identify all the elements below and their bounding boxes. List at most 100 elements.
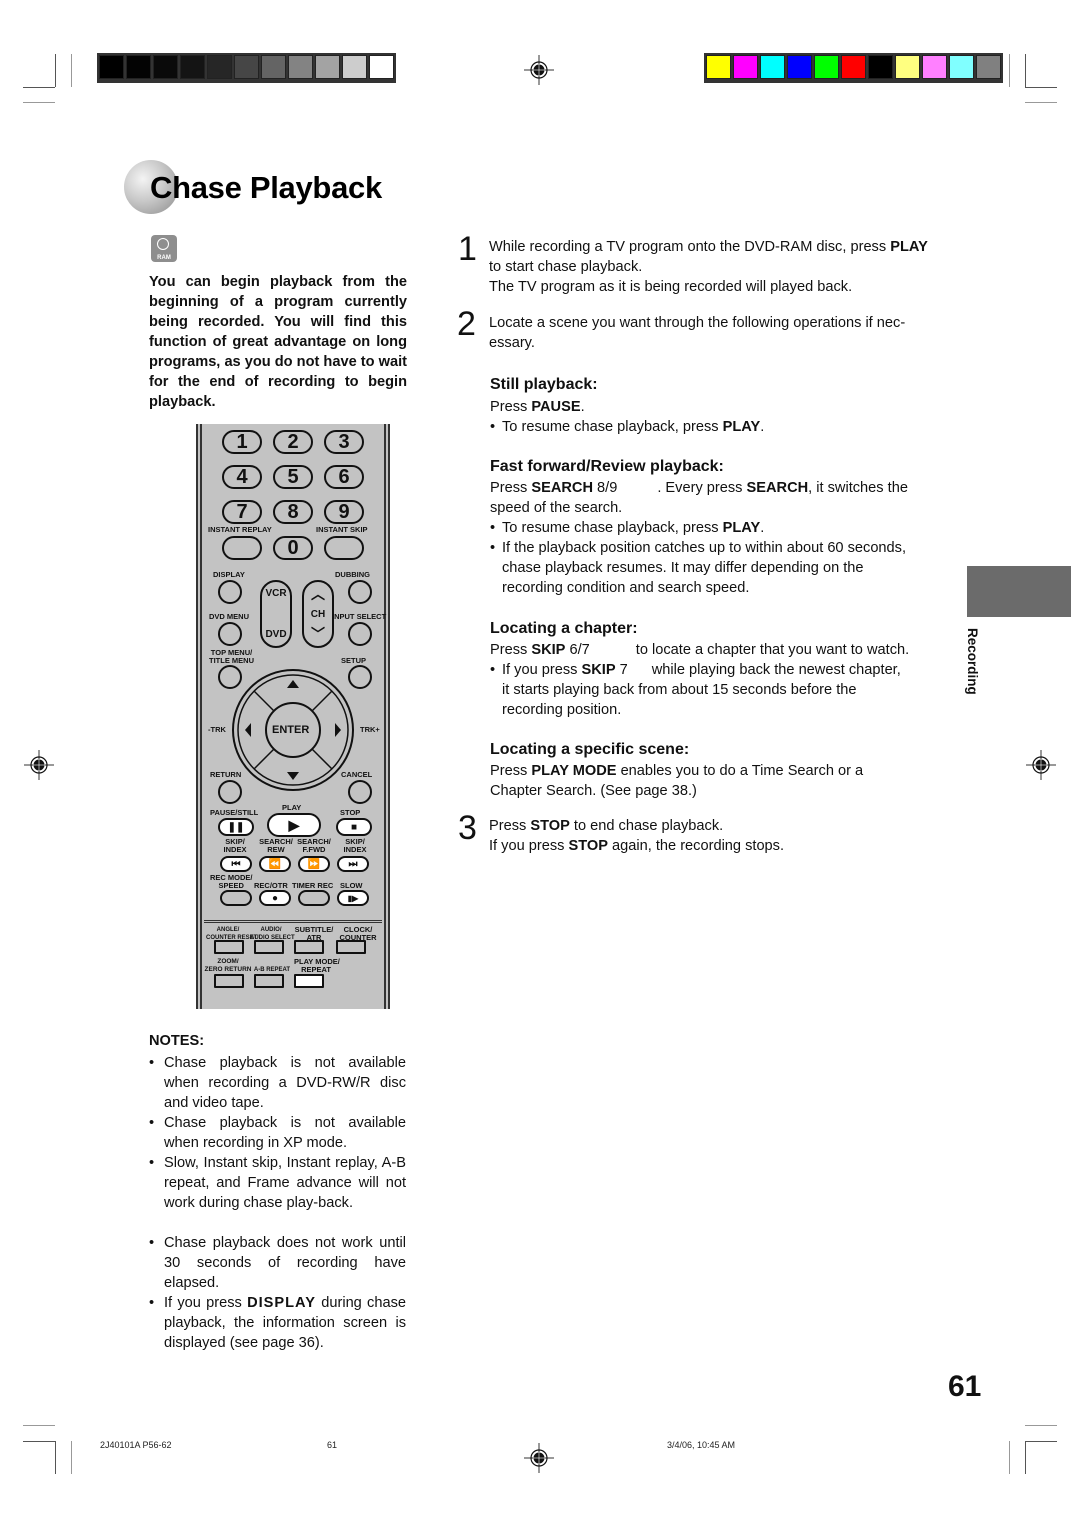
footer-timestamp: 3/4/06, 10:45 AM: [667, 1440, 736, 1450]
timer-rec-label: TIMER REC: [292, 881, 334, 890]
crop-mark: [1025, 54, 1026, 87]
calibration-swatch: [99, 55, 124, 79]
text-run: 6/7: [565, 642, 590, 658]
calibration-swatch: [976, 55, 1001, 79]
section-text: speed of the search.: [490, 500, 623, 516]
digit-8-button: 8: [273, 500, 313, 524]
text-run: If you press: [164, 1295, 248, 1311]
calibration-swatch: [841, 55, 866, 79]
crop-mark: [1025, 1441, 1026, 1474]
note-text: Chase playback does not work until 30 se…: [164, 1235, 406, 1291]
pause-still-label: PAUSE/STILL: [210, 808, 259, 817]
top-menu-label: TOP MENU/TITLE MENU: [209, 648, 254, 665]
digit-7-button: 7: [222, 500, 262, 524]
text-run: Press: [490, 480, 532, 496]
step-3-text: Press STOP to end chase playback.: [489, 816, 723, 836]
ch-label: CH: [310, 608, 326, 620]
calibration-swatch: [787, 55, 812, 79]
calibration-swatch: [153, 55, 178, 79]
digit-5-button: 5: [273, 465, 313, 489]
crop-mark: [1009, 1441, 1010, 1474]
section-text: Press SKIP 6/7 to locate a chapter that y…: [490, 640, 909, 660]
section-text: Press PLAY MODE enables you to do a Time…: [490, 761, 863, 781]
pause-button: ❚❚: [218, 818, 254, 836]
skip-keyword: SKIP: [531, 642, 566, 658]
trk-plus-label: TRK+: [360, 725, 380, 734]
footer-page: 61: [327, 1440, 338, 1450]
search-rewind-button: ⏪: [259, 856, 291, 872]
bullet-item: • If the playback position catches up to…: [490, 540, 907, 596]
crop-mark: [55, 1441, 56, 1474]
step-1-line: While recording a TV program onto the DV…: [489, 239, 891, 255]
channel-up-icon: ︿: [311, 586, 325, 602]
step-number: 1: [458, 230, 477, 268]
crop-mark: [1025, 87, 1057, 88]
play-keyword: PLAY: [722, 419, 761, 435]
play-mode-label: PLAY MODE/REPEAT: [294, 957, 340, 974]
step-2-text: Locate a scene you want through the foll…: [489, 315, 906, 331]
section-heading: Still playback:: [490, 376, 598, 393]
skip-next-button: ⏭: [337, 856, 369, 872]
search-rew-label: SEARCH/REW: [259, 837, 293, 854]
digit-6-button: 6: [324, 465, 364, 489]
dubbing-label: DUBBING: [335, 570, 370, 579]
dvd-label: DVD: [265, 629, 287, 640]
play-keyword: PLAY: [722, 520, 761, 536]
instant-replay-label: INSTANT REPLAY: [208, 525, 272, 534]
text-run: enables you to do a Time Search or a: [616, 763, 864, 779]
crop-mark: [23, 1441, 55, 1442]
text-run: Press: [489, 818, 531, 834]
color-calibration-bar: [704, 53, 1003, 83]
slow-button: ▮▶: [337, 890, 369, 906]
page-number: 61: [948, 1370, 982, 1403]
input-select-label: INPUT SELECT: [332, 612, 387, 621]
dvd-menu-label: DVD MENU: [209, 612, 250, 621]
footer-job-id: 2J40101A P56-62: [100, 1440, 172, 1450]
dvd-menu-button: [218, 622, 242, 646]
digit-2-button: 2: [273, 430, 313, 454]
calibration-swatch: [342, 55, 367, 79]
display-button: [218, 580, 242, 604]
note-text: Slow, Instant skip, Instant replay, A-B …: [164, 1155, 406, 1211]
text-run: recording condition and search speed.: [502, 580, 750, 596]
search-keyword: SEARCH: [746, 480, 809, 496]
calibration-swatch: [261, 55, 286, 79]
vcr-dvd-selector: VCR DVD: [260, 580, 292, 648]
registration-mark-icon: [524, 1443, 554, 1473]
ab-repeat-label: A-B REPEAT: [253, 967, 291, 973]
text-run: .: [580, 399, 585, 415]
text-run: .: [760, 419, 765, 435]
text-run: 8/9: [592, 480, 618, 496]
return-button: [218, 780, 242, 804]
digit-0-button: 0: [273, 536, 313, 560]
remote-control-illustration: 1 2 3 4 5 6 7 8 9 INSTANT REPLAY INSTANT SKIP 0 DISP…: [196, 424, 390, 1009]
slow-label: SLOW: [340, 881, 363, 890]
remote-divider: [204, 920, 382, 923]
calibration-swatch: [760, 55, 785, 79]
calibration-swatch: [126, 55, 151, 79]
stop-keyword: STOP: [568, 838, 608, 854]
intro-paragraph: You can begin playback from the beginnin…: [149, 274, 407, 410]
text-run: To resume chase playback, press: [502, 520, 723, 536]
instant-replay-button: [222, 536, 262, 560]
skip-keyword: SKIP: [581, 662, 616, 678]
note-item: • Slow, Instant skip, Instant replay, A-B…: [149, 1155, 406, 1211]
instant-skip-label: INSTANT SKIP: [316, 525, 368, 534]
audio-button: [254, 940, 284, 954]
digit-1-button: 1: [222, 430, 262, 454]
subtitle-button: [294, 940, 324, 954]
grayscale-calibration-bar: [97, 53, 396, 83]
text-run: chase playback resumes. It may differ de…: [502, 560, 864, 576]
text-run: , it switches the: [808, 480, 908, 496]
step-2-text: essary.: [489, 335, 535, 351]
registration-mark-icon: [524, 55, 554, 85]
digit-9-button: 9: [324, 500, 364, 524]
text-run: 7: [615, 662, 628, 678]
return-label: RETURN: [210, 770, 242, 779]
section-text: Press SEARCH 8/9. Every press SEARCH, it…: [490, 478, 960, 498]
play-button: ▶: [267, 813, 321, 837]
clock-button: [336, 940, 366, 954]
ab-repeat-button: [254, 974, 284, 988]
text-run: Press: [490, 399, 532, 415]
enter-label: ENTER: [272, 724, 310, 736]
